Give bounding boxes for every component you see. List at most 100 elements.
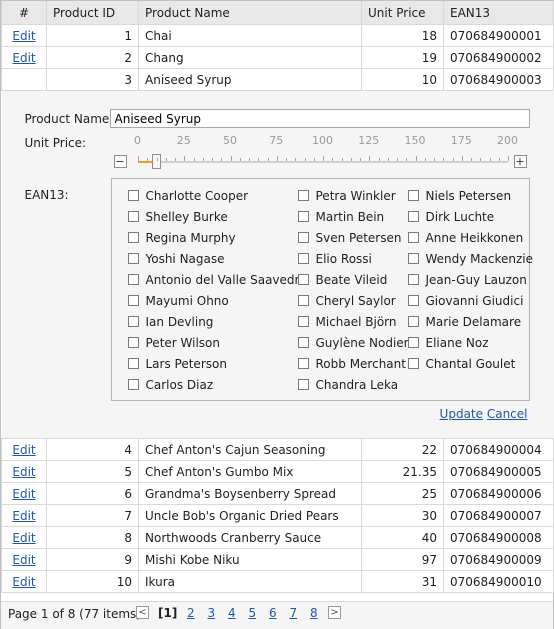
ean13-option-label: Chantal Goulet <box>425 357 516 371</box>
edit-form: Product Name: Unit Price: − + 0 25 50 75 100… <box>1 91 554 438</box>
slider-tick-label: 175 <box>450 134 472 147</box>
slider-tick <box>507 156 509 161</box>
col-header-ean13[interactable]: EAN13 <box>443 1 554 25</box>
checkbox[interactable] <box>407 295 419 306</box>
checkbox[interactable] <box>407 358 419 369</box>
checkbox[interactable] <box>297 211 309 222</box>
checkbox[interactable] <box>127 253 139 264</box>
checkbox[interactable] <box>297 274 309 285</box>
pager: Page 1 of 8 (77 items) < [1] 2345678 > <box>1 601 553 629</box>
edit-link[interactable]: Edit <box>12 575 35 589</box>
table-row: Edit 1 Chai 18 070684900001 <box>1 24 554 47</box>
slider-tick-label: 200 <box>497 134 518 147</box>
ean13-cell: 070684900006 <box>443 482 554 505</box>
page-link[interactable]: 4 <box>228 606 236 620</box>
slider-thumb[interactable] <box>152 154 161 169</box>
unit-price-cell: 18 <box>361 24 444 47</box>
prev-page-icon[interactable]: < <box>136 606 149 619</box>
slider-tick <box>498 158 500 161</box>
slider-tick <box>359 158 361 161</box>
page-link[interactable]: 7 <box>290 606 298 620</box>
ean13-option-label: Sven Petersen <box>315 231 402 245</box>
checkbox[interactable] <box>297 337 309 348</box>
page-link[interactable]: 5 <box>249 606 257 620</box>
checkbox[interactable] <box>127 274 139 285</box>
next-page-icon[interactable]: > <box>328 606 341 619</box>
slider-track[interactable] <box>137 161 508 163</box>
col-header-product-id[interactable]: Product ID <box>46 1 139 25</box>
slider-tick <box>211 158 213 161</box>
edit-link[interactable]: Edit <box>12 443 35 457</box>
product-name-cell: Chef Anton's Cajun Seasoning <box>138 438 362 461</box>
unit-price-label: Unit Price: <box>24 136 87 150</box>
slider-tick <box>461 156 463 161</box>
edit-link[interactable]: Edit <box>12 51 35 65</box>
edit-link[interactable]: Edit <box>12 465 35 479</box>
checkbox[interactable] <box>297 190 309 201</box>
page-link[interactable]: 2 <box>187 606 195 620</box>
page-link[interactable]: 3 <box>208 606 216 620</box>
table-row: Edit 8 Northwoods Cranberry Sauce 40 0706849… <box>1 526 554 549</box>
checkbox[interactable] <box>127 316 139 327</box>
checkbox[interactable] <box>407 211 419 222</box>
slider-tick <box>156 158 158 161</box>
edit-link[interactable]: Edit <box>12 509 35 523</box>
slider-tick <box>470 158 472 161</box>
checkbox[interactable] <box>127 337 139 348</box>
checkbox[interactable] <box>127 379 139 390</box>
slider-tick <box>322 156 324 161</box>
checkbox[interactable] <box>127 211 139 222</box>
product-id-cell: 8 <box>46 526 139 549</box>
ean13-option-label: Regina Murphy <box>145 231 236 245</box>
edit-cell: Edit <box>1 504 47 527</box>
slider-tick <box>405 158 407 161</box>
edit-form-row: Product Name: Unit Price: − + 0 25 50 75 100… <box>1 90 554 439</box>
update-link[interactable]: Update <box>440 407 483 421</box>
current-page: [1] <box>158 606 178 620</box>
slider-decrease-button[interactable]: − <box>113 155 127 168</box>
checkbox[interactable] <box>297 358 309 369</box>
ean13-cell: 070684900009 <box>443 548 554 571</box>
table-row: Edit 9 Mishi Kobe Niku 97 070684900009 <box>1 548 554 571</box>
edit-link[interactable]: Edit <box>12 553 35 567</box>
slider-increase-button[interactable]: + <box>513 155 527 168</box>
product-name-input[interactable] <box>109 109 530 128</box>
page-link[interactable]: 8 <box>310 606 318 620</box>
checkbox[interactable] <box>297 379 309 390</box>
checkbox[interactable] <box>127 232 139 243</box>
checkbox[interactable] <box>297 253 309 264</box>
slider-tick <box>489 158 491 161</box>
checkbox[interactable] <box>127 295 139 306</box>
page-link[interactable]: 6 <box>269 606 277 620</box>
checkbox[interactable] <box>407 232 419 243</box>
checkbox[interactable] <box>407 316 419 327</box>
product-name-cell: Mishi Kobe Niku <box>138 548 362 571</box>
product-id-cell: 2 <box>46 46 139 69</box>
checkbox[interactable] <box>407 253 419 264</box>
edit-link[interactable]: Edit <box>12 29 35 43</box>
checkbox[interactable] <box>407 274 419 285</box>
col-header-index[interactable]: # <box>1 1 47 25</box>
col-header-product-name[interactable]: Product Name <box>138 1 362 25</box>
ean13-cell: 070684900008 <box>443 526 554 549</box>
checkbox[interactable] <box>297 232 309 243</box>
ean13-option-label: Mayumi Ohno <box>145 294 229 308</box>
checkbox[interactable] <box>127 190 139 201</box>
ean13-option-label: Antonio del Valle Saavedra <box>145 273 307 287</box>
cancel-link[interactable]: Cancel <box>487 407 528 421</box>
checkbox[interactable] <box>407 337 419 348</box>
checkbox[interactable] <box>297 295 309 306</box>
checkbox[interactable] <box>297 316 309 327</box>
slider-tick <box>174 158 176 161</box>
ean13-option-label: Elio Rossi <box>315 252 372 266</box>
edit-link[interactable]: Edit <box>12 531 35 545</box>
ean13-cell: 070684900001 <box>443 24 554 47</box>
slider-tick <box>248 158 250 161</box>
col-header-unit-price[interactable]: Unit Price <box>361 1 444 25</box>
ean13-option-label: Michael Björn <box>315 315 397 329</box>
checkbox[interactable] <box>407 190 419 201</box>
checkbox[interactable] <box>127 358 139 369</box>
edit-link[interactable]: Edit <box>12 487 35 501</box>
slider-tick <box>415 156 417 161</box>
slider-tick <box>452 158 454 161</box>
